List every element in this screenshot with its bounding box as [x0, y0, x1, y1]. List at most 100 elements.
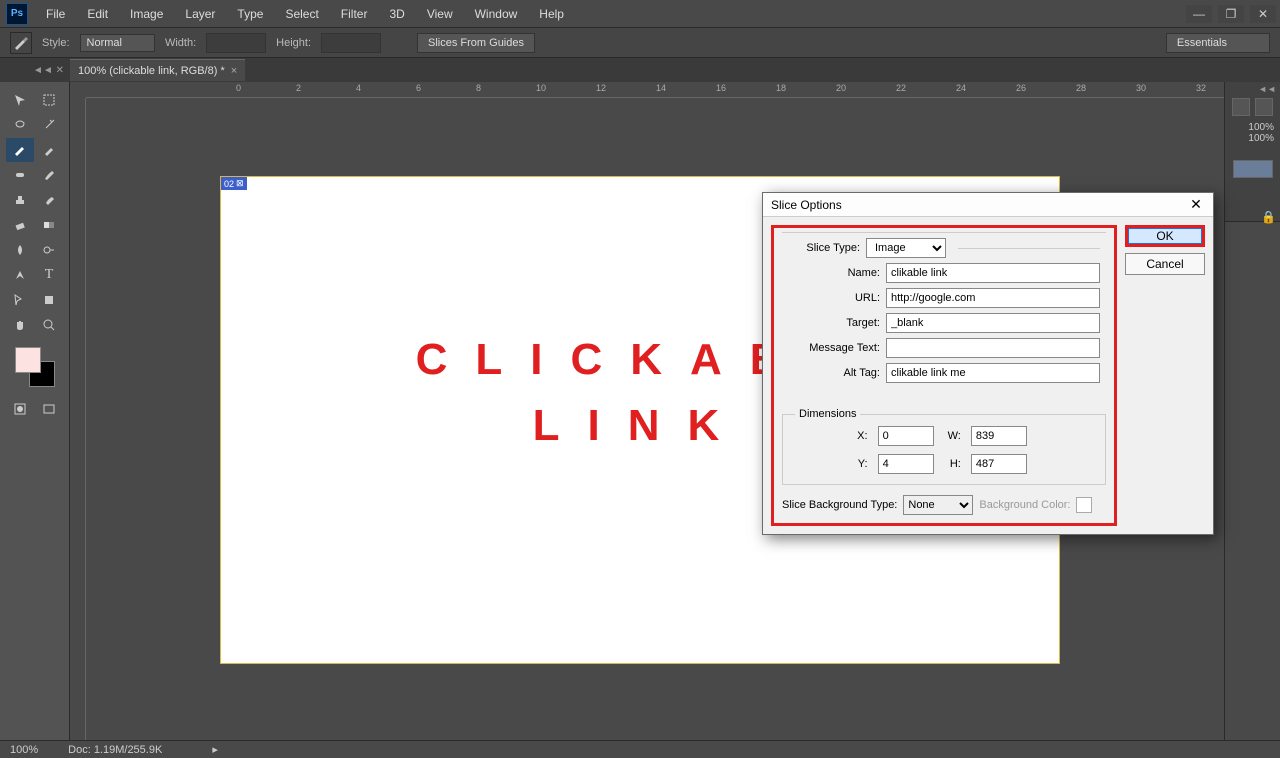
slice-type-label: Slice Type: [788, 242, 860, 254]
panel-icon[interactable] [1232, 98, 1250, 116]
lock-icon: 🔒 [1261, 210, 1276, 224]
menu-help[interactable]: Help [529, 3, 574, 25]
style-label: Style: [42, 37, 70, 49]
heal-tool[interactable] [6, 163, 34, 187]
type-tool[interactable]: T [35, 263, 63, 287]
slice-type-select[interactable]: Image [866, 238, 946, 258]
menu-bar: Ps File Edit Image Layer Type Select Fil… [0, 0, 1280, 28]
menu-layer[interactable]: Layer [175, 3, 225, 25]
target-input[interactable] [886, 313, 1100, 333]
message-label: Message Text: [788, 342, 880, 354]
x-label: X: [857, 430, 867, 442]
h-label: H: [948, 458, 961, 470]
document-tab[interactable]: 100% (clickable link, RGB/8) * × [70, 59, 245, 81]
document-tabs: ◄◄ ✕ 100% (clickable link, RGB/8) * × [0, 58, 1280, 82]
menu-window[interactable]: Window [465, 3, 528, 25]
url-label: URL: [788, 292, 880, 304]
stamp-tool[interactable] [6, 188, 34, 212]
dialog-close-icon[interactable]: ✕ [1187, 196, 1205, 214]
name-input[interactable] [886, 263, 1100, 283]
slice-tool-icon[interactable] [10, 32, 32, 54]
eyedropper-tool[interactable] [35, 138, 63, 162]
bg-color-swatch [1076, 497, 1092, 513]
message-input[interactable] [886, 338, 1100, 358]
slices-from-guides-button[interactable]: Slices From Guides [417, 33, 535, 53]
menu-type[interactable]: Type [227, 3, 273, 25]
menu-filter[interactable]: Filter [331, 3, 378, 25]
menu-select[interactable]: Select [275, 3, 328, 25]
brush-tool[interactable] [35, 163, 63, 187]
marquee-tool[interactable] [35, 88, 63, 112]
maximize-button[interactable]: ❐ [1218, 5, 1244, 23]
bg-type-select[interactable]: None [903, 495, 973, 515]
ok-button[interactable]: OK [1125, 225, 1205, 247]
minimize-button[interactable]: — [1186, 5, 1212, 23]
url-input[interactable] [886, 288, 1100, 308]
quickmask-tool[interactable] [6, 397, 34, 421]
style-select[interactable]: Normal [80, 34, 155, 52]
name-label: Name: [788, 267, 880, 279]
right-panel-header: ◄◄ 100% 100% 🔒 [1225, 82, 1280, 222]
zoom-tool[interactable] [35, 313, 63, 337]
dialog-form: Slice Type: Image Name: URL: Target: [771, 225, 1117, 526]
height-label: Height: [276, 37, 311, 49]
document-tab-label: 100% (clickable link, RGB/8) * [78, 65, 225, 77]
slice-number: 02 [224, 179, 234, 189]
alt-input[interactable] [886, 363, 1100, 383]
menu-file[interactable]: File [36, 3, 75, 25]
history-brush-tool[interactable] [35, 188, 63, 212]
bg-type-label: Slice Background Type: [782, 499, 897, 511]
move-tool[interactable] [6, 88, 34, 112]
cancel-button[interactable]: Cancel [1125, 253, 1205, 275]
path-tool[interactable] [6, 288, 34, 312]
y-input[interactable] [878, 454, 934, 474]
w-label: W: [948, 430, 961, 442]
menu-image[interactable]: Image [120, 3, 173, 25]
panel-collapse-icon[interactable]: ◄◄ ✕ [0, 58, 70, 82]
width-input[interactable] [206, 33, 266, 53]
alt-label: Alt Tag: [788, 367, 880, 379]
status-arrow-icon[interactable]: ▸ [212, 743, 218, 756]
h-input[interactable] [971, 454, 1027, 474]
options-bar: Style: Normal Width: Height: Slices From… [0, 28, 1280, 58]
wand-tool[interactable] [35, 113, 63, 137]
foreground-color[interactable] [15, 347, 41, 373]
hand-tool[interactable] [6, 313, 34, 337]
vertical-ruler [70, 98, 86, 740]
menu-edit[interactable]: Edit [77, 3, 118, 25]
app-logo: Ps [6, 3, 28, 25]
gradient-tool[interactable] [35, 213, 63, 237]
dialog-titlebar[interactable]: Slice Options ✕ [763, 193, 1213, 217]
dodge-tool[interactable] [35, 238, 63, 262]
shape-tool[interactable] [35, 288, 63, 312]
fill-value[interactable]: 100% [1225, 133, 1280, 144]
zoom-value[interactable]: 100% [10, 744, 38, 756]
horizontal-ruler: 0 2 4 6 8 10 12 14 16 18 20 22 24 26 28 … [86, 82, 1280, 98]
x-input[interactable] [878, 426, 934, 446]
tools-panel: T [0, 82, 70, 740]
color-swatches[interactable] [15, 347, 55, 387]
slice-link-icon: ⊠ [236, 178, 244, 189]
target-label: Target: [788, 317, 880, 329]
workspace-switcher[interactable]: Essentials [1166, 33, 1270, 53]
blur-tool[interactable] [6, 238, 34, 262]
slice-tool[interactable] [6, 138, 34, 162]
w-input[interactable] [971, 426, 1027, 446]
menu-3d[interactable]: 3D [379, 3, 414, 25]
opacity-value[interactable]: 100% [1225, 122, 1280, 133]
tab-close-icon[interactable]: × [231, 65, 237, 77]
close-button[interactable]: ✕ [1250, 5, 1276, 23]
height-input[interactable] [321, 33, 381, 53]
screenmode-tool[interactable] [35, 397, 63, 421]
eraser-tool[interactable] [6, 213, 34, 237]
pen-tool[interactable] [6, 263, 34, 287]
menu-view[interactable]: View [417, 3, 463, 25]
slice-options-dialog: Slice Options ✕ Slice Type: Image Name: … [762, 192, 1214, 535]
dimensions-legend: Dimensions [795, 408, 860, 420]
panel-icon[interactable] [1255, 98, 1273, 116]
width-label: Width: [165, 37, 196, 49]
dialog-title: Slice Options [771, 198, 842, 212]
lasso-tool[interactable] [6, 113, 34, 137]
slice-badge[interactable]: 02 ⊠ [221, 177, 247, 190]
layer-thumb[interactable] [1233, 160, 1273, 178]
